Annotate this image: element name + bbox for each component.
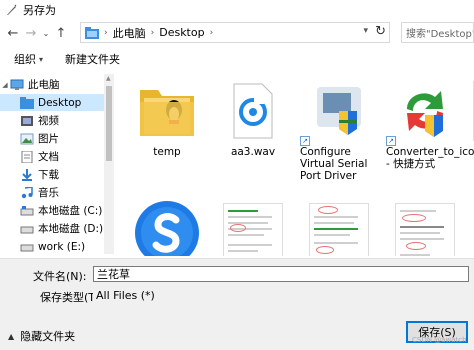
watermark: CSDN @awatch bbox=[412, 336, 467, 344]
back-arrow-icon[interactable]: ← bbox=[4, 23, 22, 43]
organize-label: 组织 bbox=[14, 53, 36, 66]
recent-locations-chevron-icon[interactable]: ⌄ bbox=[40, 23, 52, 43]
download-icon bbox=[20, 168, 34, 181]
chevron-right-icon: › bbox=[104, 27, 108, 38]
music-icon bbox=[20, 186, 34, 199]
title-bar: 另存为 bbox=[0, 0, 474, 20]
nav-label: 本地磁盘 (D:) bbox=[38, 223, 104, 235]
up-arrow-icon[interactable]: ↑ bbox=[52, 23, 70, 43]
dialog-title: 另存为 bbox=[23, 4, 56, 17]
file-item-temp[interactable]: temp bbox=[124, 76, 210, 158]
chevron-right-icon: › bbox=[150, 27, 155, 38]
filename-input[interactable]: 兰花草 bbox=[93, 266, 469, 282]
nav-label: work (E:) bbox=[38, 240, 86, 253]
search-input[interactable]: 搜索"Desktop" bbox=[401, 22, 474, 43]
nav-label: 文档 bbox=[38, 151, 59, 163]
refresh-icon[interactable]: ↻ bbox=[375, 24, 386, 39]
file-name: Configure Virtual Serial Port Driver bbox=[300, 146, 368, 182]
file-name: temp bbox=[153, 146, 181, 158]
file-list: temp aa3.wav ↗ Configure Virtual Serial … bbox=[116, 74, 474, 256]
folder-icon bbox=[124, 76, 210, 146]
address-row: ← → ⌄ ↑ › 此电脑 › Desktop › ▾ ↻ 搜索"Desktop… bbox=[0, 22, 474, 44]
shortcut-arrow-icon: ↗ bbox=[300, 136, 310, 146]
nav-item-videos[interactable]: 视频 bbox=[0, 112, 104, 129]
sogou-icon bbox=[124, 198, 210, 256]
dialog-feather-icon bbox=[3, 2, 19, 18]
nav-label: 视频 bbox=[38, 115, 59, 127]
chevron-down-icon: ▾ bbox=[39, 54, 44, 64]
converter-icon: ↗ bbox=[382, 76, 468, 146]
filetype-select[interactable]: All Files (*) bbox=[93, 287, 469, 303]
file-item-image-2[interactable] bbox=[296, 198, 382, 256]
installer-icon: ↗ bbox=[296, 76, 382, 146]
drive-icon bbox=[20, 223, 34, 235]
nav-item-pictures[interactable]: 图片 bbox=[0, 130, 104, 147]
document-icon bbox=[20, 150, 34, 163]
drive-icon bbox=[20, 241, 34, 253]
file-item-configure-vspd[interactable]: ↗ Configure Virtual Serial Port Driver bbox=[296, 76, 382, 182]
image-thumbnail bbox=[382, 198, 468, 256]
breadcrumb-this-pc[interactable]: 此电脑 bbox=[113, 25, 146, 41]
collapse-up-icon: ▲ bbox=[8, 331, 15, 341]
nav-label: 图片 bbox=[38, 133, 59, 145]
toolbar: 组织 ▾ 新建文件夹 bbox=[0, 48, 474, 70]
save-form: 文件名(N): 兰花草 保存类型(T): All Files (*) ▲ 隐藏文… bbox=[0, 258, 474, 350]
nav-label: 此电脑 bbox=[28, 79, 60, 91]
hide-folders-toggle[interactable]: ▲ 隐藏文件夹 bbox=[8, 328, 75, 344]
navigation-pane: ◢ 此电脑 Desktop 视频 图片 文档 下载 音乐 本地磁盘 (C:) 本… bbox=[0, 74, 104, 254]
nav-item-drive-d[interactable]: 本地磁盘 (D:) bbox=[0, 220, 104, 237]
save-as-dialog: 另存为 ← → ⌄ ↑ › 此电脑 › Desktop › ▾ ↻ 搜索"Des… bbox=[0, 0, 474, 350]
video-icon bbox=[20, 115, 34, 127]
shortcut-arrow-icon: ↗ bbox=[386, 136, 396, 146]
scrollbar-thumb[interactable] bbox=[106, 86, 112, 161]
picture-icon bbox=[20, 133, 34, 145]
nav-item-music[interactable]: 音乐 bbox=[0, 184, 104, 201]
file-item-converter-shortcut[interactable]: ↗ Converter_to_icon - 快捷方式 bbox=[382, 76, 474, 170]
scroll-up-icon[interactable]: ▲ bbox=[106, 75, 111, 82]
nav-item-documents[interactable]: 文档 bbox=[0, 148, 104, 165]
file-name: Converter_to_icon - 快捷方式 bbox=[386, 146, 474, 170]
file-item-aa3-wav[interactable]: aa3.wav bbox=[210, 76, 296, 158]
forward-arrow-icon[interactable]: → bbox=[22, 23, 40, 43]
nav-item-downloads[interactable]: 下载 bbox=[0, 166, 104, 183]
nav-label: 音乐 bbox=[38, 187, 59, 199]
nav-label: 本地磁盘 (C:) bbox=[38, 205, 103, 217]
collapse-arrow-icon[interactable]: ◢ bbox=[0, 81, 10, 89]
hide-folders-label: 隐藏文件夹 bbox=[20, 330, 76, 343]
nav-label: Desktop bbox=[38, 96, 82, 109]
chevron-right-icon: › bbox=[209, 27, 214, 38]
pc-icon bbox=[10, 79, 24, 91]
address-bar[interactable]: › 此电脑 › Desktop › ▾ ↻ bbox=[80, 22, 390, 43]
nav-label: 下载 bbox=[38, 169, 59, 181]
image-thumbnail bbox=[296, 198, 382, 256]
file-thumbnail bbox=[468, 76, 474, 146]
folder-icon bbox=[20, 96, 34, 109]
nav-item-drive-c[interactable]: 本地磁盘 (C:) bbox=[0, 202, 104, 219]
file-name: aa3.wav bbox=[230, 146, 276, 158]
address-dropdown-icon[interactable]: ▾ bbox=[363, 26, 368, 36]
audio-file-icon bbox=[210, 76, 296, 146]
file-item-sogou[interactable] bbox=[124, 198, 210, 256]
file-item-image-1[interactable] bbox=[210, 198, 296, 256]
drive-icon bbox=[20, 205, 34, 217]
filename-label: 文件名(N): bbox=[33, 270, 87, 283]
breadcrumb-desktop[interactable]: Desktop bbox=[159, 26, 204, 39]
file-item-partial[interactable] bbox=[468, 76, 474, 146]
new-folder-button[interactable]: 新建文件夹 bbox=[65, 51, 120, 67]
navigation-scrollbar[interactable]: ▲ bbox=[104, 74, 114, 254]
folder-icon bbox=[85, 26, 99, 39]
nav-item-drive-e[interactable]: work (E:) bbox=[0, 238, 104, 255]
image-thumbnail bbox=[210, 198, 296, 256]
organize-menu[interactable]: 组织 ▾ bbox=[14, 51, 43, 67]
file-item-image-3[interactable] bbox=[382, 198, 468, 256]
nav-item-this-pc[interactable]: ◢ 此电脑 bbox=[0, 76, 104, 93]
nav-item-desktop[interactable]: Desktop bbox=[0, 94, 104, 111]
